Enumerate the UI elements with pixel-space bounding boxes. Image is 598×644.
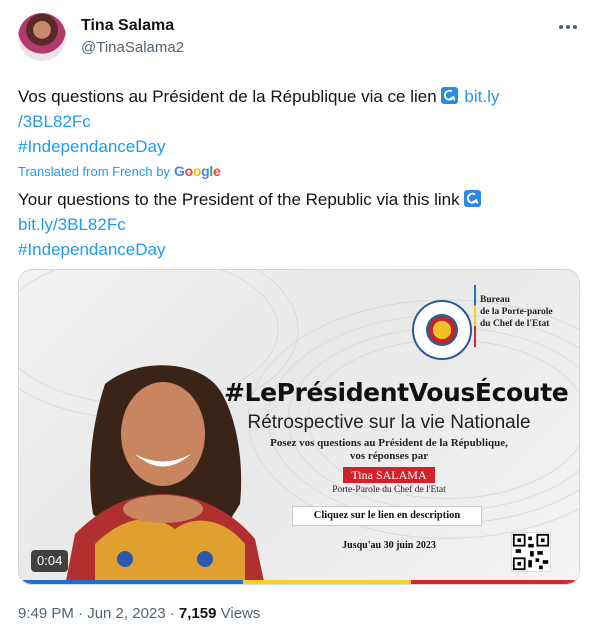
flag-stripe xyxy=(19,580,579,584)
flag-divider xyxy=(474,285,476,347)
bureau-title: Bureau de la Porte-parole du Chef de l'E… xyxy=(480,295,553,329)
google-logo: Google xyxy=(173,163,221,179)
translated-hashtag[interactable]: #IndependanceDay xyxy=(18,240,165,259)
tweet-header: Tina Salama @TinaSalama2 xyxy=(18,13,580,69)
translated-body: Your questions to the President of the R… xyxy=(18,190,465,209)
translated-label: Translated from French by xyxy=(18,163,170,179)
original-hashtag[interactable]: #IndependanceDay xyxy=(18,137,165,156)
arrow-link-icon xyxy=(464,190,482,207)
avatar[interactable] xyxy=(18,13,66,61)
deadline-text: Jusqu'au 30 juin 2023 xyxy=(342,540,436,551)
tweet-meta: 9:49 PM · Jun 2, 2023 · 7,159 Views xyxy=(18,605,260,622)
ask-text: Posez vos questions au Président de la R… xyxy=(270,437,508,462)
name-badge: Tina SALAMA xyxy=(343,467,435,483)
original-link-part2[interactable]: /3BL82Fc xyxy=(18,112,91,131)
subtitle: Rétrospective sur la vie Nationale xyxy=(247,412,531,433)
video-media[interactable]: Bureau de la Porte-parole du Chef de l'E… xyxy=(18,269,580,585)
translated-by[interactable]: Translated from French by Google xyxy=(18,163,221,179)
translated-text: Your questions to the President of the R… xyxy=(18,187,580,262)
timestamp[interactable]: 9:49 PM · Jun 2, 2023 · xyxy=(18,605,179,622)
arrow-link-icon xyxy=(441,87,459,104)
role-text: Porte-Parole du Chef de l'Etat xyxy=(332,485,446,495)
video-duration: 0:04 xyxy=(31,550,69,572)
more-icon[interactable] xyxy=(556,15,580,39)
seal-icon xyxy=(412,300,472,360)
qr-code-icon xyxy=(511,532,551,572)
translated-link[interactable]: bit.ly/3BL82Fc xyxy=(18,215,126,234)
original-body: Vos questions au Président de la Républi… xyxy=(18,87,442,106)
original-text: Vos questions au Président de la Républi… xyxy=(18,84,580,159)
author-handle[interactable]: @TinaSalama2 xyxy=(81,39,184,56)
views-count: 7,159 xyxy=(178,605,217,622)
campaign-hashtag: #LePrésidentVousÉcoute xyxy=(224,378,569,407)
views-label: Views xyxy=(216,605,261,622)
author-name[interactable]: Tina Salama xyxy=(81,17,174,35)
original-link-part1[interactable]: bit.ly xyxy=(464,87,499,106)
cta-box: Cliquez sur le lien en description xyxy=(292,506,482,526)
